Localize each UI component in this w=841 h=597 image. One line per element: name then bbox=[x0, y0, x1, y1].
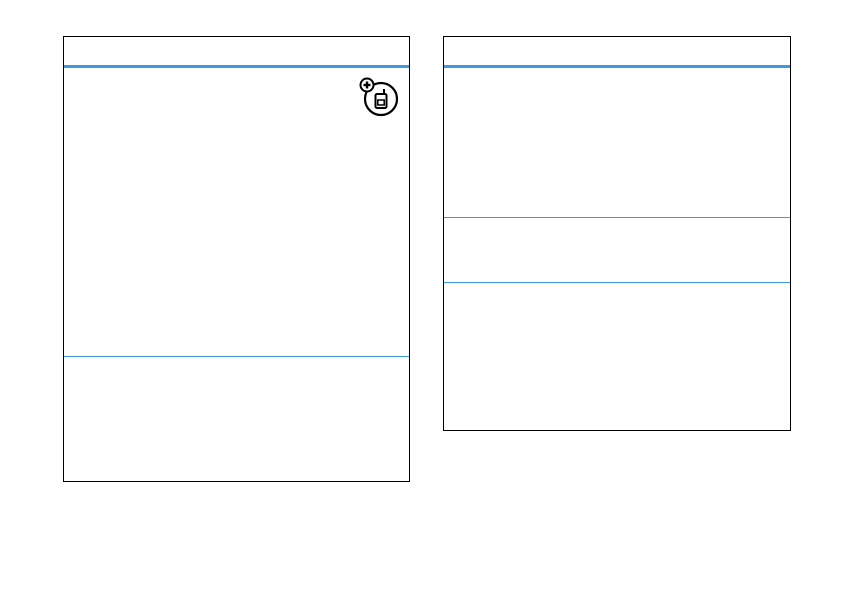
left-table-row-1 bbox=[64, 68, 409, 356]
left-table-row-2 bbox=[64, 357, 409, 481]
network-feature-icon bbox=[359, 77, 399, 117]
right-table-row-3 bbox=[444, 283, 790, 430]
right-feature-table bbox=[443, 36, 791, 431]
left-table-header bbox=[64, 37, 409, 68]
right-table-row-1 bbox=[444, 68, 790, 217]
left-feature-table bbox=[63, 36, 410, 482]
right-table-header bbox=[444, 37, 790, 68]
manual-page bbox=[0, 0, 841, 597]
right-table-row-2 bbox=[444, 218, 790, 282]
